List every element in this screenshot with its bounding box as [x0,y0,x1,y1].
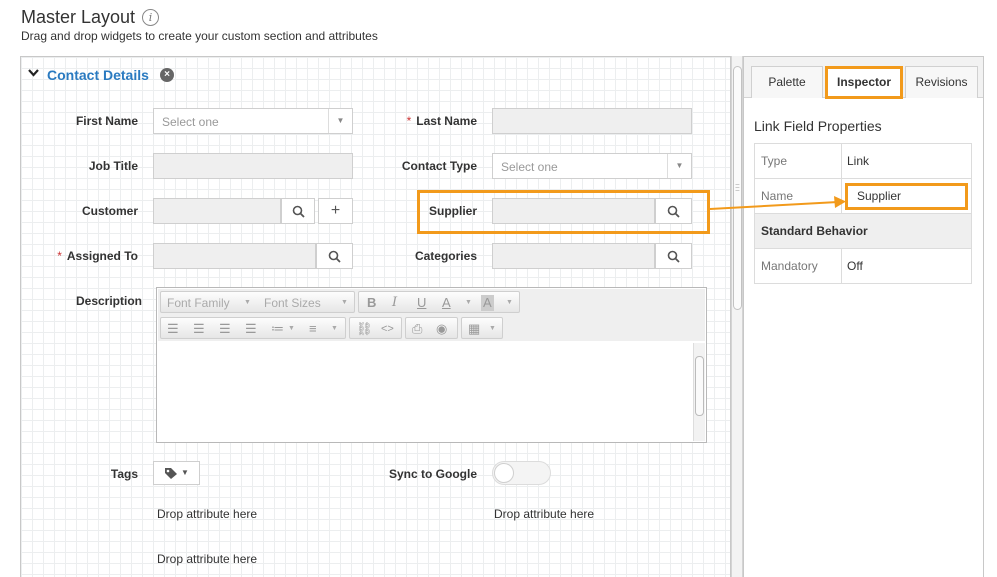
bold-icon[interactable]: B [367,295,376,311]
tab-palette[interactable]: Palette [751,66,823,98]
right-panel [743,56,984,577]
property-value[interactable]: Off [847,259,863,273]
contact-type-select[interactable]: Select one ▼ [492,153,692,179]
preview-icon[interactable]: ◉ [436,321,447,337]
editor-scroll-thumb[interactable] [695,356,704,416]
font-sizes-select[interactable]: Font Sizes [264,296,321,310]
chevron-down-icon[interactable] [28,67,39,81]
link-icon[interactable]: ⛓ [356,321,373,337]
connector-arrow-icon [709,196,846,210]
format-group: B I U A ▼ A ▼ [358,291,520,313]
first-name-label: First Name [75,114,138,128]
name-value-highlight [845,183,968,210]
sync-google-label: Sync to Google [388,467,477,481]
link-group: ⛓ <> [349,317,402,339]
tags-label: Tags [110,467,138,481]
drop-zone[interactable]: Drop attribute here [494,507,594,521]
assigned-to-search-button[interactable] [316,243,353,269]
chevron-down-icon[interactable]: ▼ [341,299,348,306]
first-name-select[interactable]: Select one ▼ [153,108,353,134]
last-name-label-text: Last Name [416,114,477,128]
customer-field[interactable] [153,198,281,224]
bullet-list-icon[interactable]: ≔ [271,321,284,337]
drop-zone[interactable]: Drop attribute here [157,552,257,566]
chevron-down-icon[interactable]: ▼ [489,325,496,332]
panel-heading: Link Field Properties [754,118,882,134]
italic-icon[interactable]: I [392,295,397,311]
property-value: Link [847,154,870,168]
code-icon[interactable]: <> [381,321,394,337]
description-editor[interactable]: Font Family ▼ Font Sizes ▼ B I U A ▼ A ▼… [156,287,707,443]
info-icon[interactable]: i [142,9,159,26]
contact-type-placeholder: Select one [501,160,558,174]
chevron-down-icon[interactable]: ▼ [244,299,251,306]
property-key: Mandatory [755,249,842,283]
property-key: Type [755,144,842,178]
job-title-label: Job Title [88,159,138,173]
table-group: ▦ ▼ [461,317,503,339]
last-name-label: * Last Name [357,114,477,128]
first-name-placeholder: Select one [162,115,219,129]
editor-toolbar-row-1: Font Family ▼ Font Sizes ▼ B I U A ▼ A ▼ [158,289,705,315]
chevron-down-icon[interactable]: ▼ [331,325,338,332]
job-title-field[interactable] [153,153,353,179]
tag-icon [165,468,177,479]
contact-type-label: Contact Type [401,159,477,173]
page-title: Master Layout [21,7,136,27]
categories-search-button[interactable] [655,243,692,269]
page-subtitle: Drag and drop widgets to create your cus… [21,29,378,43]
align-center-icon[interactable]: ☰ [193,321,205,337]
supplier-label: Supplier [428,204,477,218]
font-family-select[interactable]: Font Family [167,296,230,310]
justify-icon[interactable]: ☰ [245,321,257,337]
paragraph-group: ☰ ☰ ☰ ☰ ≔ ▼ ≡ ▼ [160,317,346,339]
search-icon [328,250,341,263]
font-group: Font Family ▼ Font Sizes ▼ [160,291,355,313]
dropdown-arrow-icon[interactable]: ▼ [328,109,352,133]
categories-label: Categories [414,249,477,263]
dropdown-arrow-icon[interactable]: ▼ [667,154,691,178]
chevron-down-icon[interactable]: ▼ [181,468,189,477]
underline-icon[interactable]: U [417,295,426,311]
search-icon [667,205,680,218]
bg-color-icon[interactable]: A [481,295,494,311]
search-icon [292,205,305,218]
supplier-search-button[interactable] [655,198,692,224]
customer-add-button[interactable]: + [318,198,353,224]
font-color-icon[interactable]: A [442,295,451,311]
required-marker: * [57,249,62,263]
required-marker: * [406,114,412,128]
numbered-list-icon[interactable]: ≡ [309,321,317,337]
remove-section-icon[interactable]: × [160,68,174,82]
table-icon[interactable]: ▦ [468,321,480,337]
supplier-field[interactable] [492,198,655,224]
chevron-down-icon[interactable]: ▼ [465,299,472,306]
property-row: Mandatory Off [755,249,971,284]
print-group: ⎙ ◉ [405,317,458,339]
chevron-down-icon[interactable]: ▼ [506,299,513,306]
description-label: Description [75,294,142,308]
section-title[interactable]: Contact Details [47,67,149,83]
description-textarea[interactable] [158,343,694,442]
tags-button[interactable]: ▼ [153,461,200,485]
drop-zone[interactable]: Drop attribute here [157,507,257,521]
last-name-field[interactable] [492,108,692,134]
toggle-knob [494,463,514,483]
search-icon [667,250,680,263]
customer-label: Customer [81,204,138,218]
print-icon[interactable]: ⎙ [412,321,422,337]
assigned-to-field[interactable] [153,243,316,269]
sync-google-toggle[interactable] [492,461,551,485]
assigned-to-label-text: Assigned To [66,249,138,263]
inspector-highlight [825,66,903,99]
customer-search-button[interactable] [281,198,315,224]
align-right-icon[interactable]: ☰ [219,321,231,337]
assigned-to-label: * Assigned To [18,249,138,263]
tab-revisions[interactable]: Revisions [905,66,978,98]
align-left-icon[interactable]: ☰ [167,321,179,337]
chevron-down-icon[interactable]: ▼ [288,325,295,332]
categories-field[interactable] [492,243,655,269]
editor-toolbar-row-2: ☰ ☰ ☰ ☰ ≔ ▼ ≡ ▼ ⛓ <> ⎙ ◉ ▦ ▼ [158,315,705,341]
property-row: Type Link [755,144,971,179]
